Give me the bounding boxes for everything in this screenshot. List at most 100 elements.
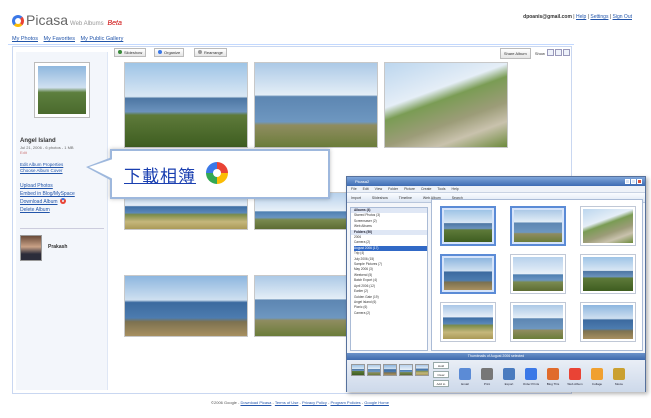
maximize-icon[interactable] xyxy=(631,179,636,184)
tab-my-photos[interactable]: My Photos xyxy=(12,36,38,42)
slideshow-button[interactable]: Slideshow xyxy=(372,196,388,200)
picasa-pinwheel-icon xyxy=(206,162,228,184)
menu-item[interactable]: Create xyxy=(421,187,432,191)
choose-album-cover-link[interactable]: Choose Album Cover xyxy=(20,168,63,174)
picasa-desktop-window: Picasa2 File Edit View Folder Picture Cr… xyxy=(346,176,646,392)
settings-link[interactable]: Settings xyxy=(590,14,608,20)
footer-link[interactable]: Privacy Policy xyxy=(302,400,327,405)
footer-link[interactable]: Download Picasa xyxy=(240,400,271,405)
album-cover[interactable] xyxy=(34,62,90,118)
tray-thumb[interactable] xyxy=(399,364,413,376)
tray-thumb[interactable] xyxy=(415,364,429,376)
divider xyxy=(20,228,104,229)
footer-link[interactable]: Program Policies xyxy=(330,400,360,405)
medium-thumbs-icon[interactable] xyxy=(555,49,562,56)
print-icon[interactable] xyxy=(481,368,493,380)
close-icon[interactable] xyxy=(637,179,642,184)
help-link[interactable]: Help xyxy=(576,14,586,20)
sign-out-link[interactable]: Sign Out xyxy=(613,14,632,20)
delete-album-link[interactable]: Delete Album xyxy=(20,206,75,214)
timeline-button[interactable]: Timeline xyxy=(399,196,412,200)
order-prints-icon[interactable] xyxy=(525,368,537,380)
tab-my-favorites[interactable]: My Favorites xyxy=(44,36,75,42)
photo-thumb[interactable] xyxy=(124,62,248,148)
album-toolbar: Slideshow Organize Rearrange Share Album… xyxy=(114,48,570,59)
clear-button[interactable]: Clear xyxy=(433,371,449,378)
photo-thumb[interactable] xyxy=(124,275,248,337)
nav-tabs: My Photos My Favorites My Public Gallery xyxy=(12,36,127,42)
thumbnail-grid xyxy=(431,199,643,351)
large-thumbs-icon[interactable] xyxy=(563,49,570,56)
minimize-icon[interactable] xyxy=(625,179,630,184)
blog-this-icon[interactable] xyxy=(547,368,559,380)
organize-button[interactable]: Organize xyxy=(154,48,185,57)
view-controls: Share Album Show xyxy=(499,48,570,59)
thumbnail[interactable] xyxy=(510,206,566,246)
upload-photos-link[interactable]: Upload Photos xyxy=(20,182,75,190)
hold-button[interactable]: Hold xyxy=(433,362,449,369)
collage-icon[interactable] xyxy=(591,368,603,380)
web-album-icon[interactable] xyxy=(569,368,581,380)
tray-thumb[interactable] xyxy=(351,364,365,376)
add-to-button[interactable]: Add to xyxy=(433,380,449,387)
picasa-logo[interactable]: Picasa Web Albums Beta xyxy=(12,12,122,28)
tray-thumb[interactable] xyxy=(383,364,397,376)
menu-item[interactable]: Folder xyxy=(388,187,398,191)
picasa-logo-icon xyxy=(12,15,24,27)
footer-link[interactable]: Terms of Use xyxy=(275,400,299,405)
divider xyxy=(8,44,574,45)
account-links: dpoanis@gmail.com | Help | Settings | Si… xyxy=(523,14,632,20)
thumbnail[interactable] xyxy=(440,302,496,342)
menu-item[interactable]: Edit xyxy=(363,187,369,191)
organize-icon xyxy=(158,50,162,54)
folder-item[interactable]: Camera (2) xyxy=(354,311,427,316)
album-sidebar: Angel Island Jul 21, 2006 - 6 photos - 1… xyxy=(16,52,108,390)
footer: ©2006 Google - Download Picasa - Terms o… xyxy=(211,400,389,405)
thumbnail[interactable] xyxy=(510,254,566,294)
photo-thumb[interactable] xyxy=(384,62,508,148)
email-icon[interactable] xyxy=(459,368,471,380)
download-album-link[interactable]: Download Album xyxy=(20,198,75,206)
owner-card[interactable]: Prakash xyxy=(20,235,104,263)
thumbnail[interactable] xyxy=(510,302,566,342)
folder-list: Albums (4) Starred Photos (3) Screensave… xyxy=(350,207,428,351)
album-meta: Jul 21, 2006 - 6 photos - 1 MB Edit xyxy=(20,145,74,155)
import-button[interactable]: Import xyxy=(351,196,361,200)
header: Picasa Web Albums Beta dpoanis@gmail.com … xyxy=(8,8,640,32)
share-album-button[interactable]: Share Album xyxy=(499,48,531,59)
window-menubar: File Edit View Folder Picture Create Too… xyxy=(347,186,645,193)
rearrange-button[interactable]: Rearrange xyxy=(194,48,227,57)
tab-my-public-gallery[interactable]: My Public Gallery xyxy=(81,36,124,42)
download-album-callout-text[interactable]: 下載相簿 xyxy=(124,162,196,187)
download-album-callout: 下載相簿 xyxy=(86,149,330,199)
menu-item[interactable]: View xyxy=(375,187,383,191)
menu-item[interactable]: Picture xyxy=(404,187,415,191)
embed-link[interactable]: Embed in Blog/MySpace xyxy=(20,190,75,198)
thumbnail[interactable] xyxy=(580,206,636,246)
album-actions: Upload Photos Embed in Blog/MySpace Down… xyxy=(20,182,75,214)
footer-link[interactable]: Google Home xyxy=(364,400,389,405)
album-edit-links: Edit Album Properties Choose Album Cover xyxy=(20,162,63,174)
photo-tray: Hold Clear Add to Email Print Export Ord… xyxy=(347,360,645,392)
play-icon xyxy=(118,50,122,54)
menu-item[interactable]: File xyxy=(351,187,357,191)
picasa-download-icon xyxy=(59,198,66,204)
movie-icon[interactable] xyxy=(613,368,625,380)
thumbnail[interactable] xyxy=(440,206,496,246)
owner-name: Prakash xyxy=(48,244,68,250)
small-thumbs-icon[interactable] xyxy=(547,49,554,56)
avatar xyxy=(20,235,42,261)
status-bar: Thumbnails of August 2006 selected xyxy=(347,353,645,360)
slideshow-button[interactable]: Slideshow xyxy=(114,48,147,57)
menu-item[interactable]: Help xyxy=(452,187,459,191)
account-email: dpoanis@gmail.com xyxy=(523,14,572,20)
window-titlebar[interactable]: Picasa2 xyxy=(347,177,645,186)
thumbnail[interactable] xyxy=(580,302,636,342)
thumbnail[interactable] xyxy=(440,254,496,294)
photo-thumb[interactable] xyxy=(254,62,378,148)
thumbnail[interactable] xyxy=(580,254,636,294)
show-label: Show xyxy=(534,51,545,56)
menu-item[interactable]: Tools xyxy=(437,187,445,191)
export-icon[interactable] xyxy=(503,368,515,380)
tray-thumb[interactable] xyxy=(367,364,381,376)
